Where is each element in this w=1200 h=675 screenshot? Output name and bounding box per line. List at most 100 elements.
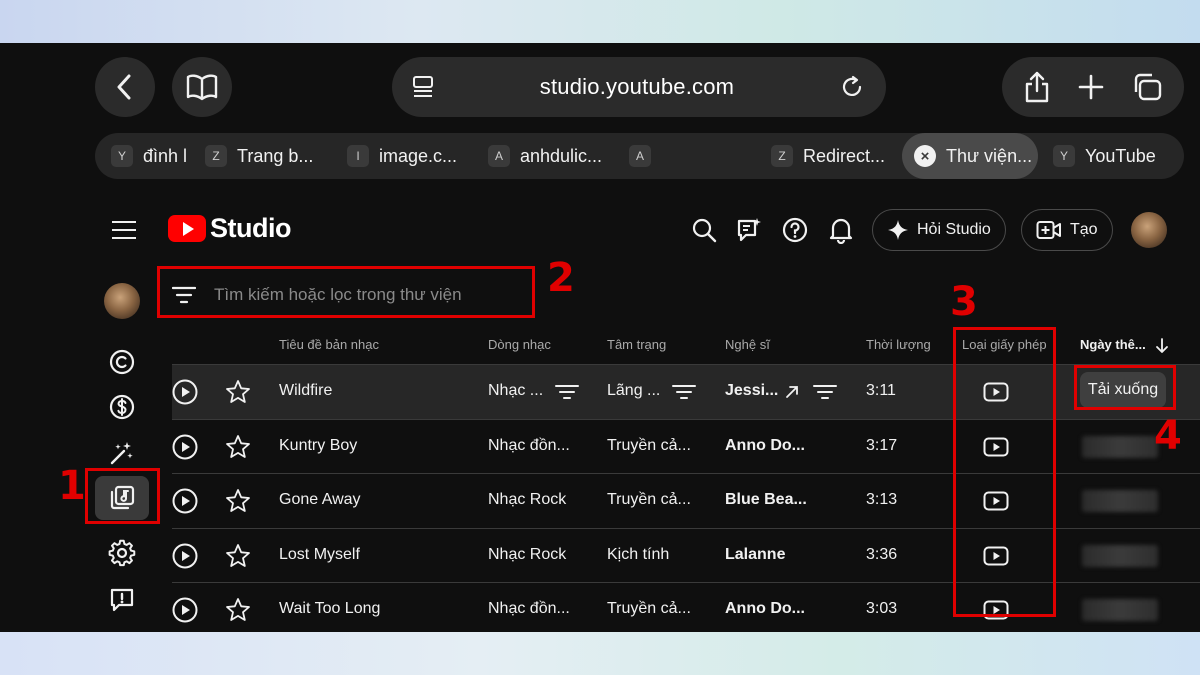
track-mood: Truyền cả... <box>607 600 691 618</box>
account-avatar[interactable] <box>1131 212 1167 248</box>
new-tab-icon[interactable] <box>1077 73 1105 101</box>
track-mood: Truyền cả... <box>607 436 691 454</box>
tab-title: YouTube <box>1085 145 1156 166</box>
copyright-icon[interactable] <box>108 348 136 376</box>
tab-title: Redirect... <box>803 145 886 166</box>
track-duration: 3:36 <box>866 545 898 563</box>
date-added-blurred <box>1082 544 1158 567</box>
search-icon[interactable] <box>689 215 719 245</box>
play-icon[interactable] <box>172 597 198 623</box>
create-label: Tạo <box>1070 221 1098 238</box>
settings-gear-icon[interactable] <box>108 539 136 567</box>
external-link-arrow-icon[interactable] <box>785 385 799 399</box>
col-title-header[interactable]: Tiêu đề bản nhạc <box>279 337 379 352</box>
filter-lines-icon[interactable] <box>555 384 579 400</box>
filter-lines-icon[interactable] <box>672 384 696 400</box>
sort-arrow-down-icon[interactable] <box>1155 338 1169 354</box>
play-icon[interactable] <box>172 543 198 569</box>
col-genre-header[interactable]: Dòng nhạc <box>488 337 551 352</box>
col-artist-header[interactable]: Nghệ sĩ <box>725 337 770 352</box>
annotation-number-4: 4 <box>1154 413 1182 459</box>
track-duration: 3:13 <box>866 491 898 509</box>
track-title: Gone Away <box>279 491 361 509</box>
address-bar[interactable]: studio.youtube.com <box>392 57 886 117</box>
channel-avatar[interactable] <box>104 283 140 319</box>
track-artist[interactable]: Blue Bea... <box>725 491 845 509</box>
browser-tab[interactable]: Iimage.c... <box>347 133 473 179</box>
date-added-blurred <box>1082 599 1158 622</box>
annotation-box-4 <box>1074 365 1176 410</box>
browser-tab[interactable]: Aanhdulic... <box>488 133 614 179</box>
menu-icon[interactable] <box>112 221 136 239</box>
browser-tab[interactable]: Yđình l <box>111 133 197 179</box>
browser-tab[interactable]: Y YouTube <box>1053 133 1173 179</box>
create-button[interactable]: Tạo <box>1021 209 1113 251</box>
back-button[interactable] <box>95 57 155 117</box>
track-duration: 3:11 <box>866 382 896 399</box>
tab-title: image.c... <box>379 145 458 166</box>
track-title: Lost Myself <box>279 545 360 563</box>
track-genre: Nhạc Rock <box>488 491 567 509</box>
star-icon[interactable] <box>225 434 251 460</box>
track-genre: Nhạc ... <box>488 382 544 399</box>
help-icon[interactable] <box>780 215 810 245</box>
track-genre: Nhạc Rock <box>488 545 567 563</box>
track-genre: Nhạc đồn... <box>488 600 570 618</box>
reload-icon[interactable] <box>840 75 864 99</box>
favicon: A <box>488 145 510 167</box>
track-mood: Kịch tính <box>607 545 670 563</box>
filter-lines-icon[interactable] <box>813 384 837 400</box>
col-duration-header[interactable]: Thời lượng <box>866 337 931 352</box>
star-icon[interactable] <box>225 379 251 405</box>
magic-wand-icon[interactable] <box>108 439 136 467</box>
browser-tab[interactable]: Z Redirect... <box>771 133 897 179</box>
track-artist[interactable]: Anno Do... <box>725 600 845 618</box>
date-added-blurred <box>1082 490 1158 513</box>
track-title: Wait Too Long <box>279 600 381 618</box>
track-mood: Lãng ... <box>607 382 661 399</box>
video-add-icon <box>1036 221 1061 239</box>
col-mood-header[interactable]: Tâm trạng <box>607 337 666 352</box>
play-icon[interactable] <box>172 379 198 405</box>
tab-title: Trang b... <box>237 145 314 166</box>
url-text: studio.youtube.com <box>539 74 735 99</box>
track-artist[interactable]: Anno Do... <box>725 437 845 455</box>
bottom-gradient-strip <box>0 632 1200 675</box>
track-artist[interactable]: Jessi... <box>725 382 781 400</box>
star-icon[interactable] <box>225 597 251 623</box>
star-icon[interactable] <box>225 543 251 569</box>
annotation-number-2: 2 <box>547 255 575 301</box>
track-duration: 3:03 <box>866 600 898 618</box>
youtube-studio-logo[interactable]: Studio <box>168 213 291 244</box>
track-artist[interactable]: Lalanne <box>725 546 845 564</box>
favicon: Y <box>1053 145 1075 167</box>
annotation-number-3: 3 <box>950 279 978 325</box>
close-tab-icon[interactable]: × <box>914 145 936 167</box>
play-icon[interactable] <box>172 488 198 514</box>
feedback-sparkle-icon[interactable] <box>734 215 764 245</box>
browser-tab[interactable]: A <box>629 133 755 179</box>
annotation-box-3 <box>953 327 1056 617</box>
ask-studio-button[interactable]: Hỏi Studio <box>872 209 1006 251</box>
star-icon[interactable] <box>225 488 251 514</box>
share-icon[interactable] <box>1023 70 1051 104</box>
sparkle-icon <box>888 220 908 240</box>
browser-tab[interactable]: Z Trang b... <box>205 133 331 179</box>
tab-strip: Yđình l Z Trang b... Iimage.c... Aanhduli… <box>95 133 1184 179</box>
play-icon[interactable] <box>172 434 198 460</box>
browser-tab-active[interactable]: × Thư viện... <box>902 133 1038 179</box>
favicon: Z <box>771 145 793 167</box>
track-mood: Truyền cả... <box>607 491 691 509</box>
send-feedback-icon[interactable] <box>108 586 136 614</box>
annotation-number-1: 1 <box>58 463 86 509</box>
tabs-overview-icon[interactable] <box>1131 72 1163 102</box>
favicon: Z <box>205 145 227 167</box>
notifications-bell-icon[interactable] <box>826 215 856 245</box>
track-title: Wildfire <box>279 382 333 399</box>
favicon: I <box>347 145 369 167</box>
browser-actions <box>1002 57 1184 117</box>
monetization-dollar-icon[interactable] <box>108 393 136 421</box>
track-duration: 3:17 <box>866 436 898 454</box>
col-date-header[interactable]: Ngày thê... <box>1080 337 1146 352</box>
bookmarks-button[interactable] <box>172 57 232 117</box>
